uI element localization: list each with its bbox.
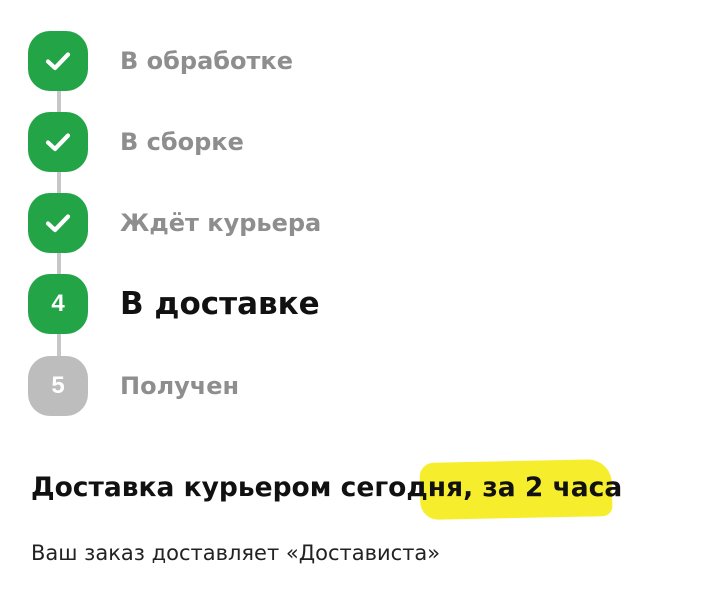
delivery-provider: Ваш заказ доставляет «Достависта» bbox=[31, 541, 441, 565]
order-status-screen: В обработке В сборке Ждёт курьера 4 В до… bbox=[0, 0, 727, 600]
delivery-title: Доставка курьером сегодня, за 2 часа bbox=[31, 472, 623, 503]
check-icon bbox=[45, 133, 71, 152]
step-label: В обработке bbox=[120, 47, 293, 75]
step-done-badge bbox=[28, 31, 88, 91]
step-done-badge bbox=[28, 112, 88, 172]
status-step-delivering: 4 В доставке bbox=[28, 274, 320, 334]
status-step-assembly: В сборке bbox=[28, 112, 244, 172]
status-step-awaiting-courier: Ждёт курьера bbox=[28, 193, 321, 253]
step-label-current: В доставке bbox=[120, 286, 320, 322]
status-step-processing: В обработке bbox=[28, 31, 293, 91]
step-done-badge bbox=[28, 193, 88, 253]
check-icon bbox=[45, 214, 71, 233]
step-label: Получен bbox=[120, 372, 240, 400]
step-number-badge: 5 bbox=[28, 356, 88, 416]
step-label: В сборке bbox=[120, 128, 244, 156]
status-step-received: 5 Получен bbox=[28, 356, 239, 416]
step-number-badge: 4 bbox=[28, 274, 88, 334]
check-icon bbox=[45, 52, 71, 71]
step-label: Ждёт курьера bbox=[120, 209, 322, 237]
